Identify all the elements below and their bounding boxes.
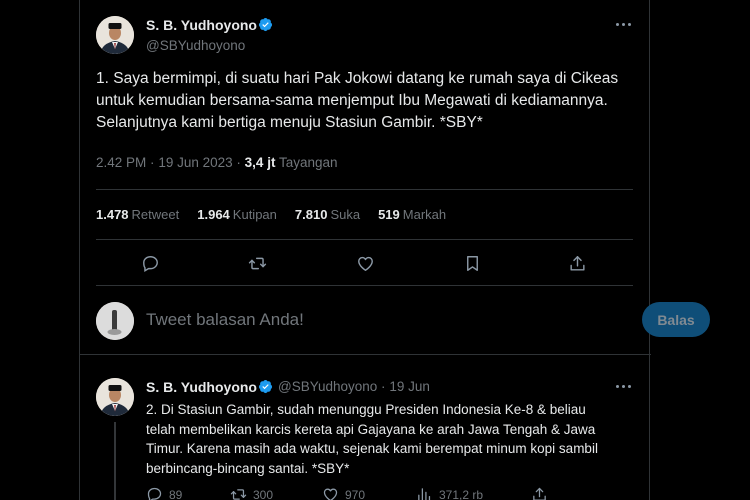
tweet-text-line: 1. Saya bermimpi, di suatu hari Pak Joko… (96, 70, 619, 87)
thread-date[interactable]: 19 Jun (389, 379, 430, 394)
thread-author-avatar[interactable] (96, 378, 134, 416)
views-count: 3,4 jt (244, 155, 276, 170)
retweet-button[interactable] (246, 252, 268, 274)
reply-count: 89 (169, 487, 183, 500)
verified-badge-icon (258, 17, 273, 32)
tweet-meta: 2.42 PM · 19 Jun 2023 · 3,4 jt Tayangan (96, 155, 338, 170)
bookmark-icon (466, 255, 478, 271)
tweet-time[interactable]: 2.42 PM (96, 155, 146, 170)
tweet-column: S. B. Yudhoyono @SBYudhoyono 1. Saya ber… (79, 0, 710, 500)
tweet-text: 1. Saya bermimpi, di suatu hari Pak Joko… (96, 68, 644, 134)
tweet-text-line: telah membelikan karcis kereta api Gajay… (146, 421, 596, 437)
retweet-icon (248, 257, 266, 269)
stat-retweets[interactable]: 1.478 Retweet (96, 207, 179, 222)
retweet-count: 300 (253, 487, 274, 500)
thread-retweet-button[interactable]: 300 (230, 486, 273, 500)
views-label: Tayangan (278, 155, 338, 170)
divider (96, 239, 633, 240)
divider (96, 189, 633, 190)
stat-bookmarks[interactable]: 519 Markah (378, 207, 446, 222)
thread-like-button[interactable]: 970 (322, 486, 365, 500)
reply-icon (142, 255, 158, 272)
stat-likes[interactable]: 7.810 Suka (295, 207, 360, 222)
tweet-text-line: untuk kemudian bersama-sama menjemput Ib… (96, 92, 608, 109)
share-icon (569, 255, 585, 271)
thread-views-button[interactable]: 371,2 rb (416, 486, 483, 500)
reply-submit-button[interactable]: Balas (642, 302, 710, 337)
bookmark-button[interactable] (461, 252, 483, 274)
more-icon[interactable] (613, 379, 633, 393)
tweet-text-line: 2. Di Stasiun Gambir, sudah menunggu Pre… (146, 402, 586, 417)
section-separator (80, 354, 651, 355)
reply-button[interactable] (139, 252, 161, 274)
thread-connector (114, 422, 116, 500)
tweet-text-line: Selanjutnya kami bertiga menuju Stasiun … (96, 114, 483, 131)
author-handle[interactable]: @SBYudhoyono (146, 38, 245, 53)
thread-reply-button[interactable]: 89 (146, 486, 182, 500)
tweet-text-line: Timur. Karena masih ada waktu, sejenak k… (146, 441, 598, 456)
tweet-stats: 1.478 Retweet 1.964 Kutipan 7.810 Suka 519 M… (96, 207, 446, 222)
reply-icon (147, 487, 162, 500)
meta-separator: · (150, 155, 155, 170)
meta-separator: · (236, 155, 241, 170)
divider (96, 285, 633, 286)
like-icon (323, 488, 338, 500)
views-icon (418, 488, 431, 500)
like-button[interactable] (354, 252, 376, 274)
meta-separator: · (381, 379, 386, 394)
thread-share-button[interactable] (531, 486, 548, 500)
author-avatar[interactable] (96, 16, 134, 54)
views-count: 371,2 rb (439, 487, 484, 500)
reply-input[interactable]: Tweet balasan Anda! (146, 310, 304, 330)
like-icon (357, 256, 373, 271)
tweet-text-line: berbincang-bincang santai. *SBY* (146, 460, 350, 476)
share-button[interactable] (566, 252, 588, 274)
like-count: 970 (345, 487, 366, 500)
retweet-icon (230, 489, 247, 500)
verified-badge-icon (258, 379, 273, 394)
more-icon[interactable] (613, 17, 633, 31)
thread-tweet-text: 2. Di Stasiun Gambir, sudah menunggu Pre… (146, 400, 641, 478)
user-avatar[interactable] (96, 302, 134, 340)
author-name[interactable]: S. B. Yudhoyono (146, 17, 257, 33)
thread-author-handle[interactable]: @SBYudhoyono · 19 Jun (278, 379, 430, 394)
tweet-date[interactable]: 19 Jun 2023 (158, 155, 232, 170)
thread-author-name[interactable]: S. B. Yudhoyono (146, 379, 257, 395)
share-icon (533, 487, 546, 500)
stat-quotes[interactable]: 1.964 Kutipan (197, 207, 277, 222)
